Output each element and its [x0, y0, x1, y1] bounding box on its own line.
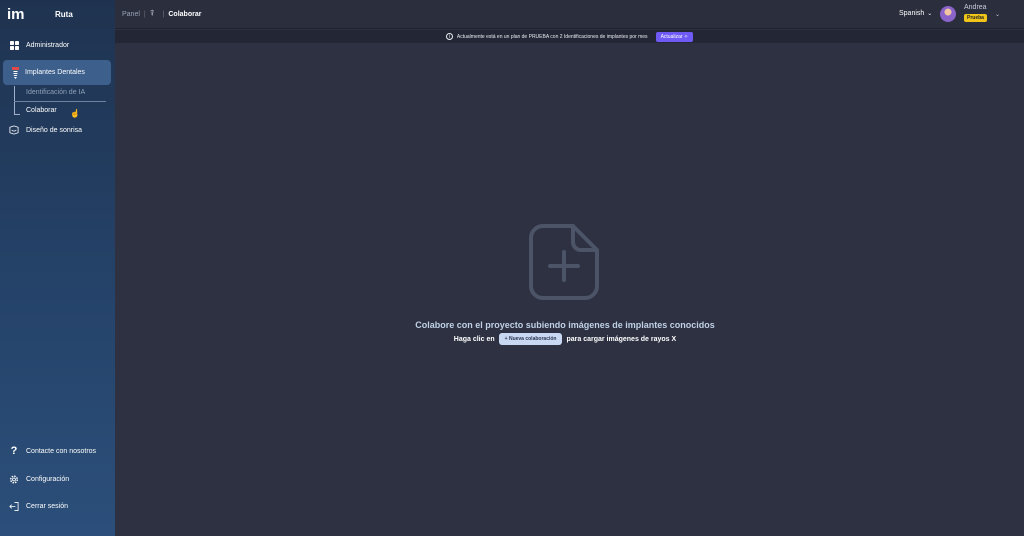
sidebar-item-settings[interactable]: Configuración	[0, 473, 69, 485]
plan-badge: Prueba	[964, 14, 987, 22]
add-file-icon	[529, 224, 599, 300]
implant-icon	[10, 66, 20, 79]
sidebar-subitem-collaborate[interactable]: Colaborar	[26, 107, 57, 114]
upgrade-label: Actualizar	[660, 33, 683, 40]
submenu-branch	[14, 114, 20, 115]
sidebar-item-label: Diseño de sonrisa	[26, 126, 83, 134]
gear-icon	[9, 474, 19, 484]
trial-banner: i Actualmente está en un plan de PRUEBA …	[115, 30, 1024, 43]
breadcrumb-separator: |	[143, 10, 146, 18]
sidebar-item-label: Configuración	[26, 475, 70, 483]
sidebar-item-label: Implantes Dentales	[25, 69, 85, 76]
sidebar-item-implants[interactable]: Implantes Dentales	[3, 60, 111, 85]
sidebar-item-label: Administrador	[26, 41, 70, 49]
user-name: Andrea	[964, 4, 987, 11]
upgrade-button[interactable]: Actualizar ✧	[655, 31, 694, 42]
breadcrumb-current: Colaborar	[168, 10, 202, 18]
sidebar-item-admin[interactable]: Administrador	[0, 39, 69, 51]
empty-state-instructions: Haga clic en + Nueva colaboración para c…	[115, 333, 1015, 345]
instruction-before: Haga clic en	[453, 335, 495, 343]
sidebar-item-logout[interactable]: Cerrar sesión	[0, 500, 68, 512]
main-content: Colabore con el proyecto subiendo imágen…	[115, 44, 1024, 536]
banner-text: Actualmente está en un plan de PRUEBA co…	[456, 33, 648, 40]
chevron-down-icon[interactable]: ⌄	[995, 11, 1000, 18]
sidebar-item-label: Contacte con nosotros	[26, 447, 97, 455]
breadcrumb-panel[interactable]: Panel	[122, 11, 140, 18]
new-collaboration-button[interactable]: + Nueva colaboración	[498, 333, 563, 345]
breadcrumb: Panel | ⍒ | Colaborar	[122, 9, 201, 19]
smile-design-icon	[9, 125, 19, 135]
submenu-divider	[14, 101, 106, 102]
instruction-after: para cargar imágenes de rayos X	[566, 335, 677, 343]
grid-icon	[9, 40, 19, 50]
sidebar-subitem-ai-identification[interactable]: Identificación de IA	[26, 89, 85, 96]
brand-name: Ruta	[55, 9, 73, 19]
avatar[interactable]	[940, 6, 956, 22]
new-collaboration-label: Nueva colaboración	[508, 336, 557, 342]
hand-cursor-icon: ☝	[70, 109, 80, 118]
logout-icon	[9, 501, 19, 511]
question-icon: ?	[10, 445, 18, 457]
language-select[interactable]: Spanish ⌄	[899, 10, 932, 17]
sidebar-item-smile-design[interactable]: Diseño de sonrisa	[0, 124, 82, 136]
info-icon: i	[445, 33, 453, 40]
sidebar-item-contact[interactable]: ? Contacte con nosotros	[0, 445, 96, 457]
empty-state-title: Colabore con el proyecto subiendo imágen…	[415, 320, 715, 330]
topbar: Panel | ⍒ | Colaborar Spanish ⌄ Andrea Pr…	[115, 0, 1024, 29]
language-label: Spanish	[899, 10, 925, 17]
logo: im	[7, 5, 25, 23]
sidebar: im Ruta Administrador Implantes Dentales…	[0, 0, 115, 536]
brand[interactable]: im Ruta	[0, 0, 115, 28]
chevron-down-icon: ⌄	[927, 11, 933, 17]
submenu-line	[14, 86, 15, 114]
breadcrumb-separator: |	[162, 10, 165, 18]
sidebar-item-label: Cerrar sesión	[26, 502, 69, 510]
implant-icon: ⍒	[149, 9, 155, 18]
